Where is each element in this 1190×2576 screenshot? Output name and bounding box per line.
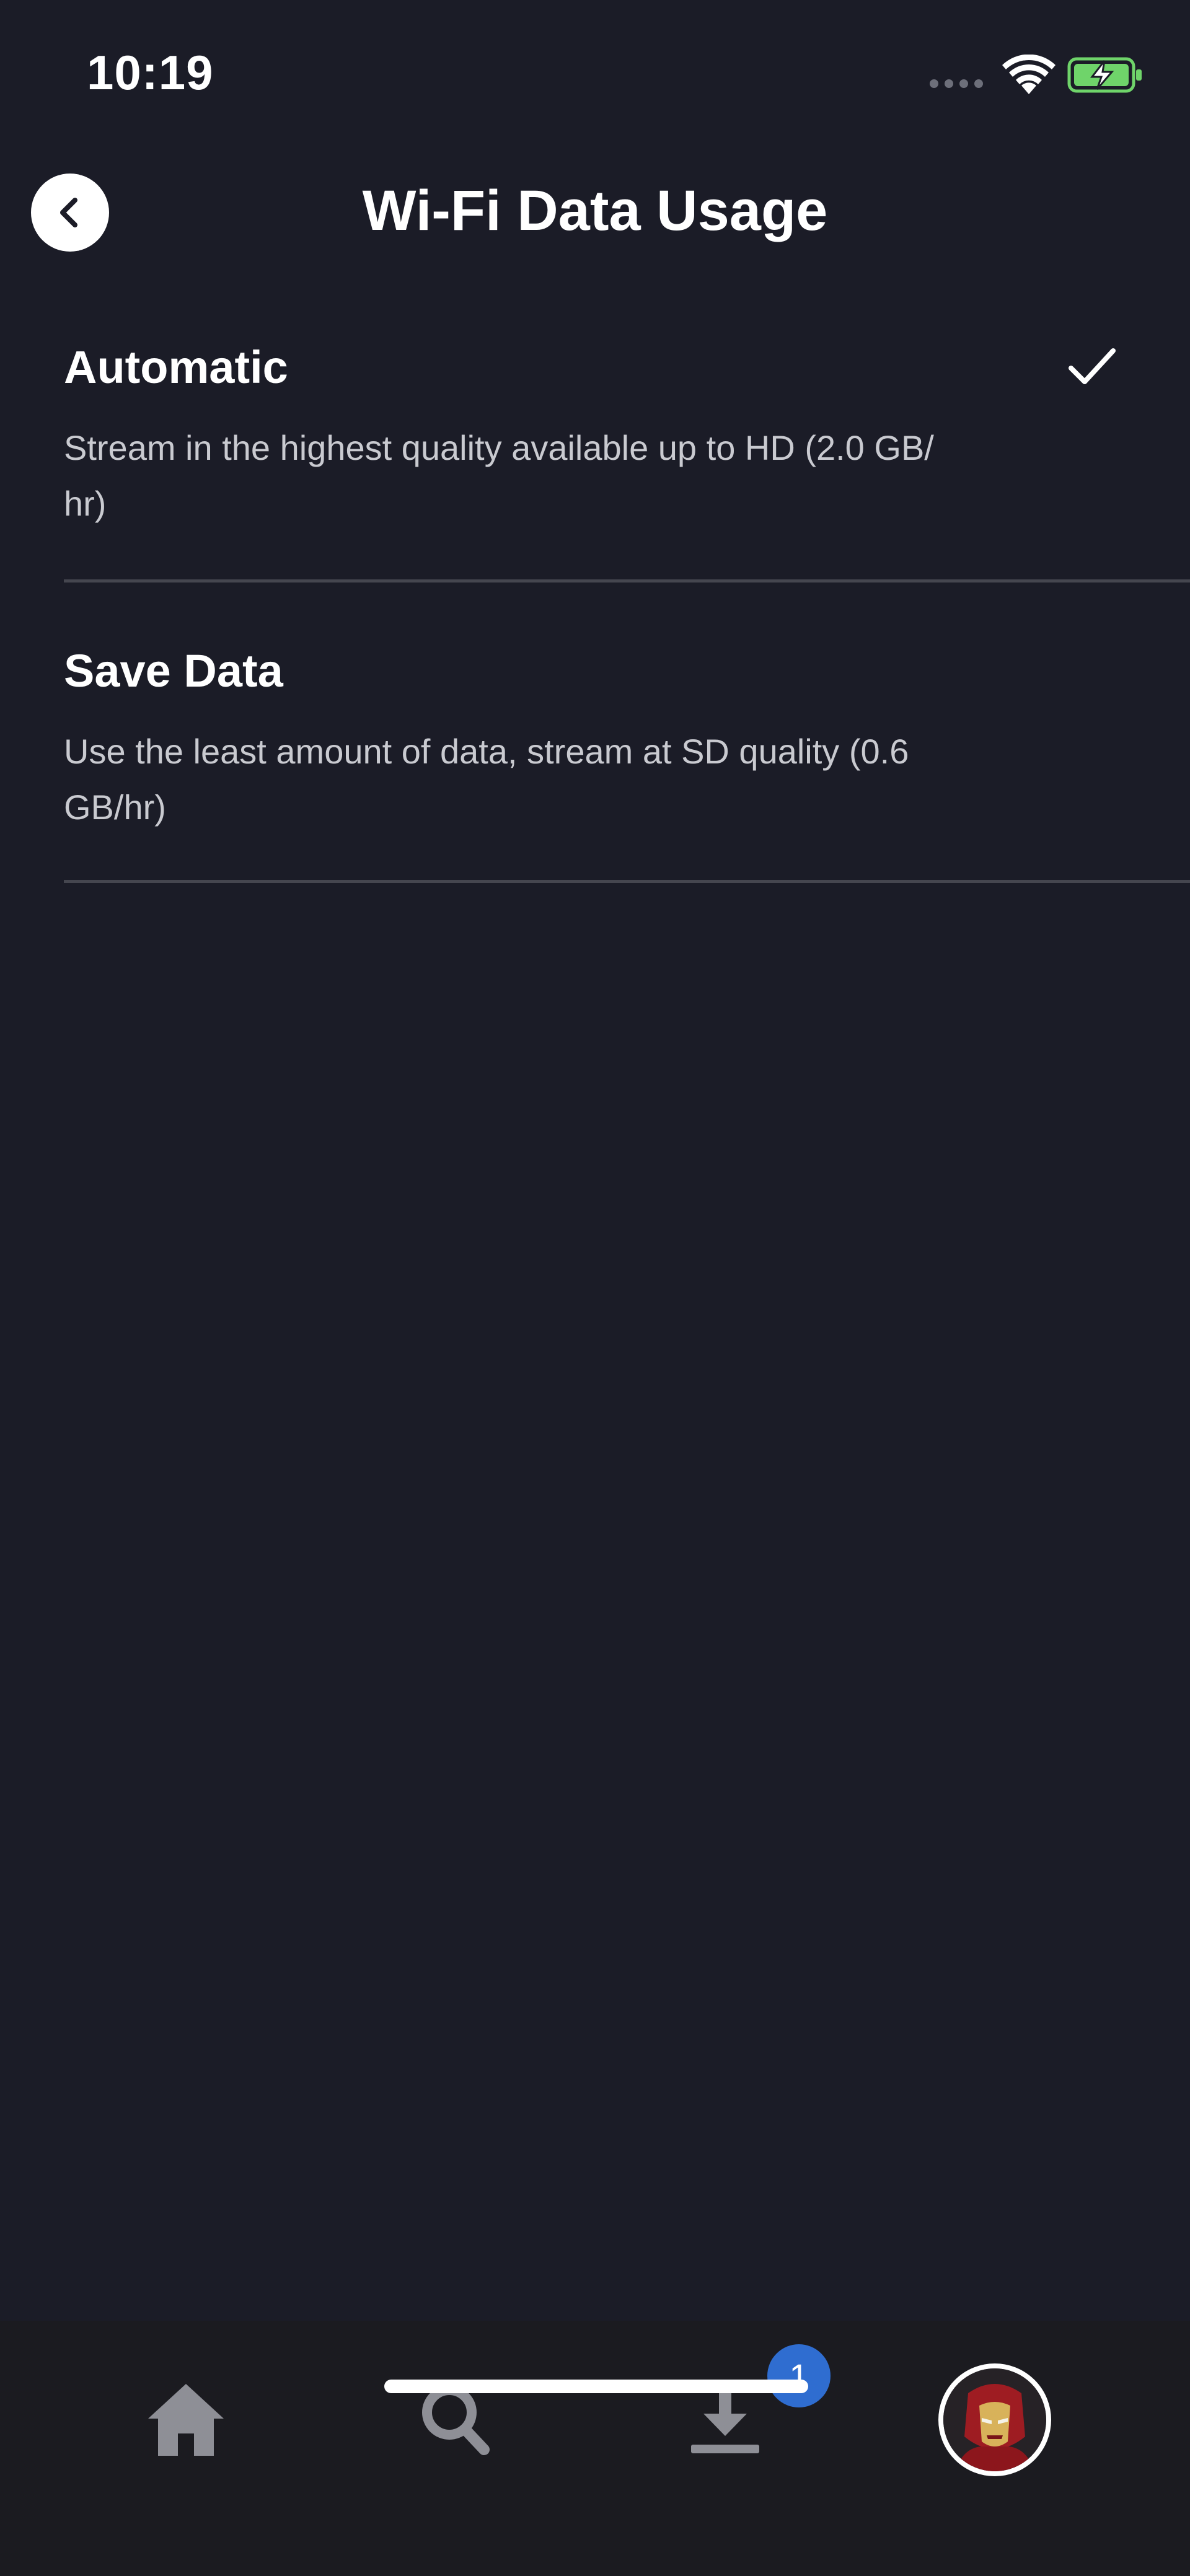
- downloads-badge: 1: [767, 2344, 831, 2407]
- option-description: Stream in the highest quality available …: [64, 428, 934, 523]
- screen: 10:19 Wi-Fi Data Usage Automatic Stream …: [0, 0, 1190, 2576]
- option-title: Automatic: [64, 341, 288, 393]
- home-indicator[interactable]: [384, 2380, 808, 2393]
- option-automatic[interactable]: Automatic Stream in the highest quality …: [64, 335, 1190, 582]
- wifi-icon: [1002, 55, 1056, 94]
- home-icon: [148, 2384, 224, 2456]
- status-time: 10:19: [87, 45, 214, 100]
- checkmark-icon: [1069, 348, 1116, 384]
- status-bar: 10:19: [0, 0, 1190, 149]
- tab-search[interactable]: [394, 2358, 518, 2482]
- avatar: [938, 2363, 1051, 2476]
- avatar-image: [943, 2368, 1046, 2471]
- tab-bar: 1: [0, 2321, 1190, 2576]
- battery-charging-icon: [1067, 57, 1142, 93]
- option-save-data[interactable]: Save Data Use the least amount of data, …: [64, 638, 1190, 883]
- search-icon: [422, 2385, 490, 2455]
- cellular-signal-icon: [930, 79, 983, 88]
- option-description: Use the least amount of data, stream at …: [64, 732, 909, 827]
- download-icon: [691, 2388, 759, 2453]
- tab-profile[interactable]: [933, 2358, 1057, 2482]
- tab-home[interactable]: [124, 2358, 248, 2482]
- header: Wi-Fi Data Usage: [0, 149, 1190, 273]
- page-title: Wi-Fi Data Usage: [362, 179, 828, 242]
- option-title: Save Data: [64, 645, 283, 697]
